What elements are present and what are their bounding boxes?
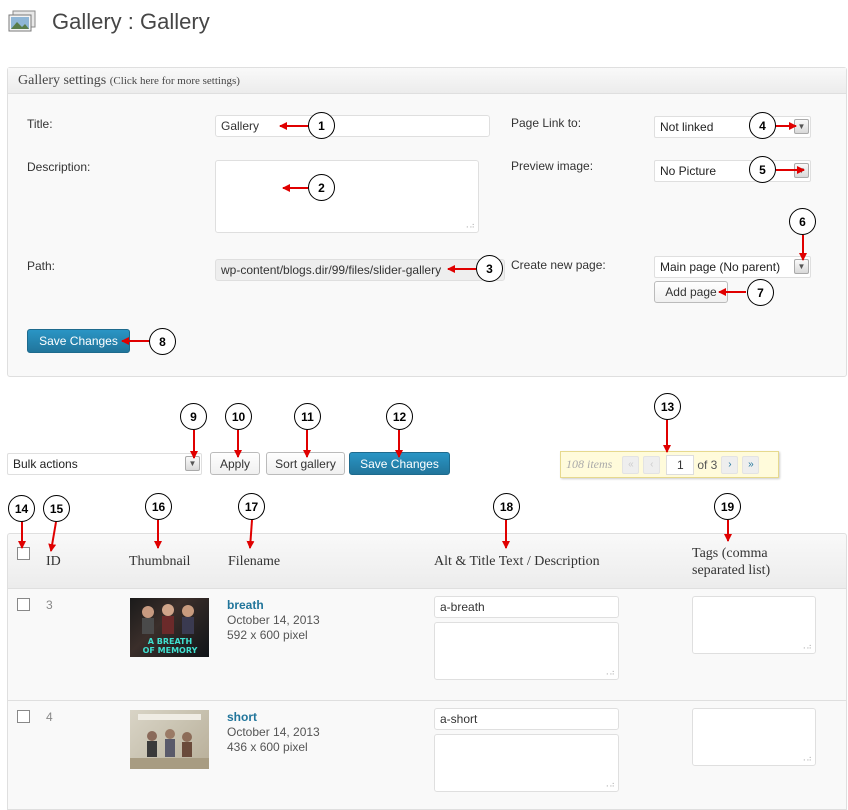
callout-19: 19	[714, 493, 741, 520]
callout-13: 13	[654, 393, 681, 420]
callout-6: 6	[789, 208, 816, 235]
callout-8: 8	[149, 328, 176, 355]
callout-12: 12	[386, 403, 413, 430]
callout-10: 10	[225, 403, 252, 430]
callout-11: 11	[294, 403, 321, 430]
callout-16: 16	[145, 493, 172, 520]
callout-4: 4	[749, 112, 776, 139]
callout-3: 3	[476, 255, 503, 282]
callout-7: 7	[747, 279, 774, 306]
callout-9: 9	[180, 403, 207, 430]
callout-1: 1	[308, 112, 335, 139]
callout-14: 14	[8, 495, 35, 522]
callout-2: 2	[308, 174, 335, 201]
callout-15: 15	[43, 495, 70, 522]
callout-5: 5	[749, 156, 776, 183]
callout-18: 18	[493, 493, 520, 520]
annotation-arrows	[18, 122, 807, 552]
callout-17: 17	[238, 493, 265, 520]
